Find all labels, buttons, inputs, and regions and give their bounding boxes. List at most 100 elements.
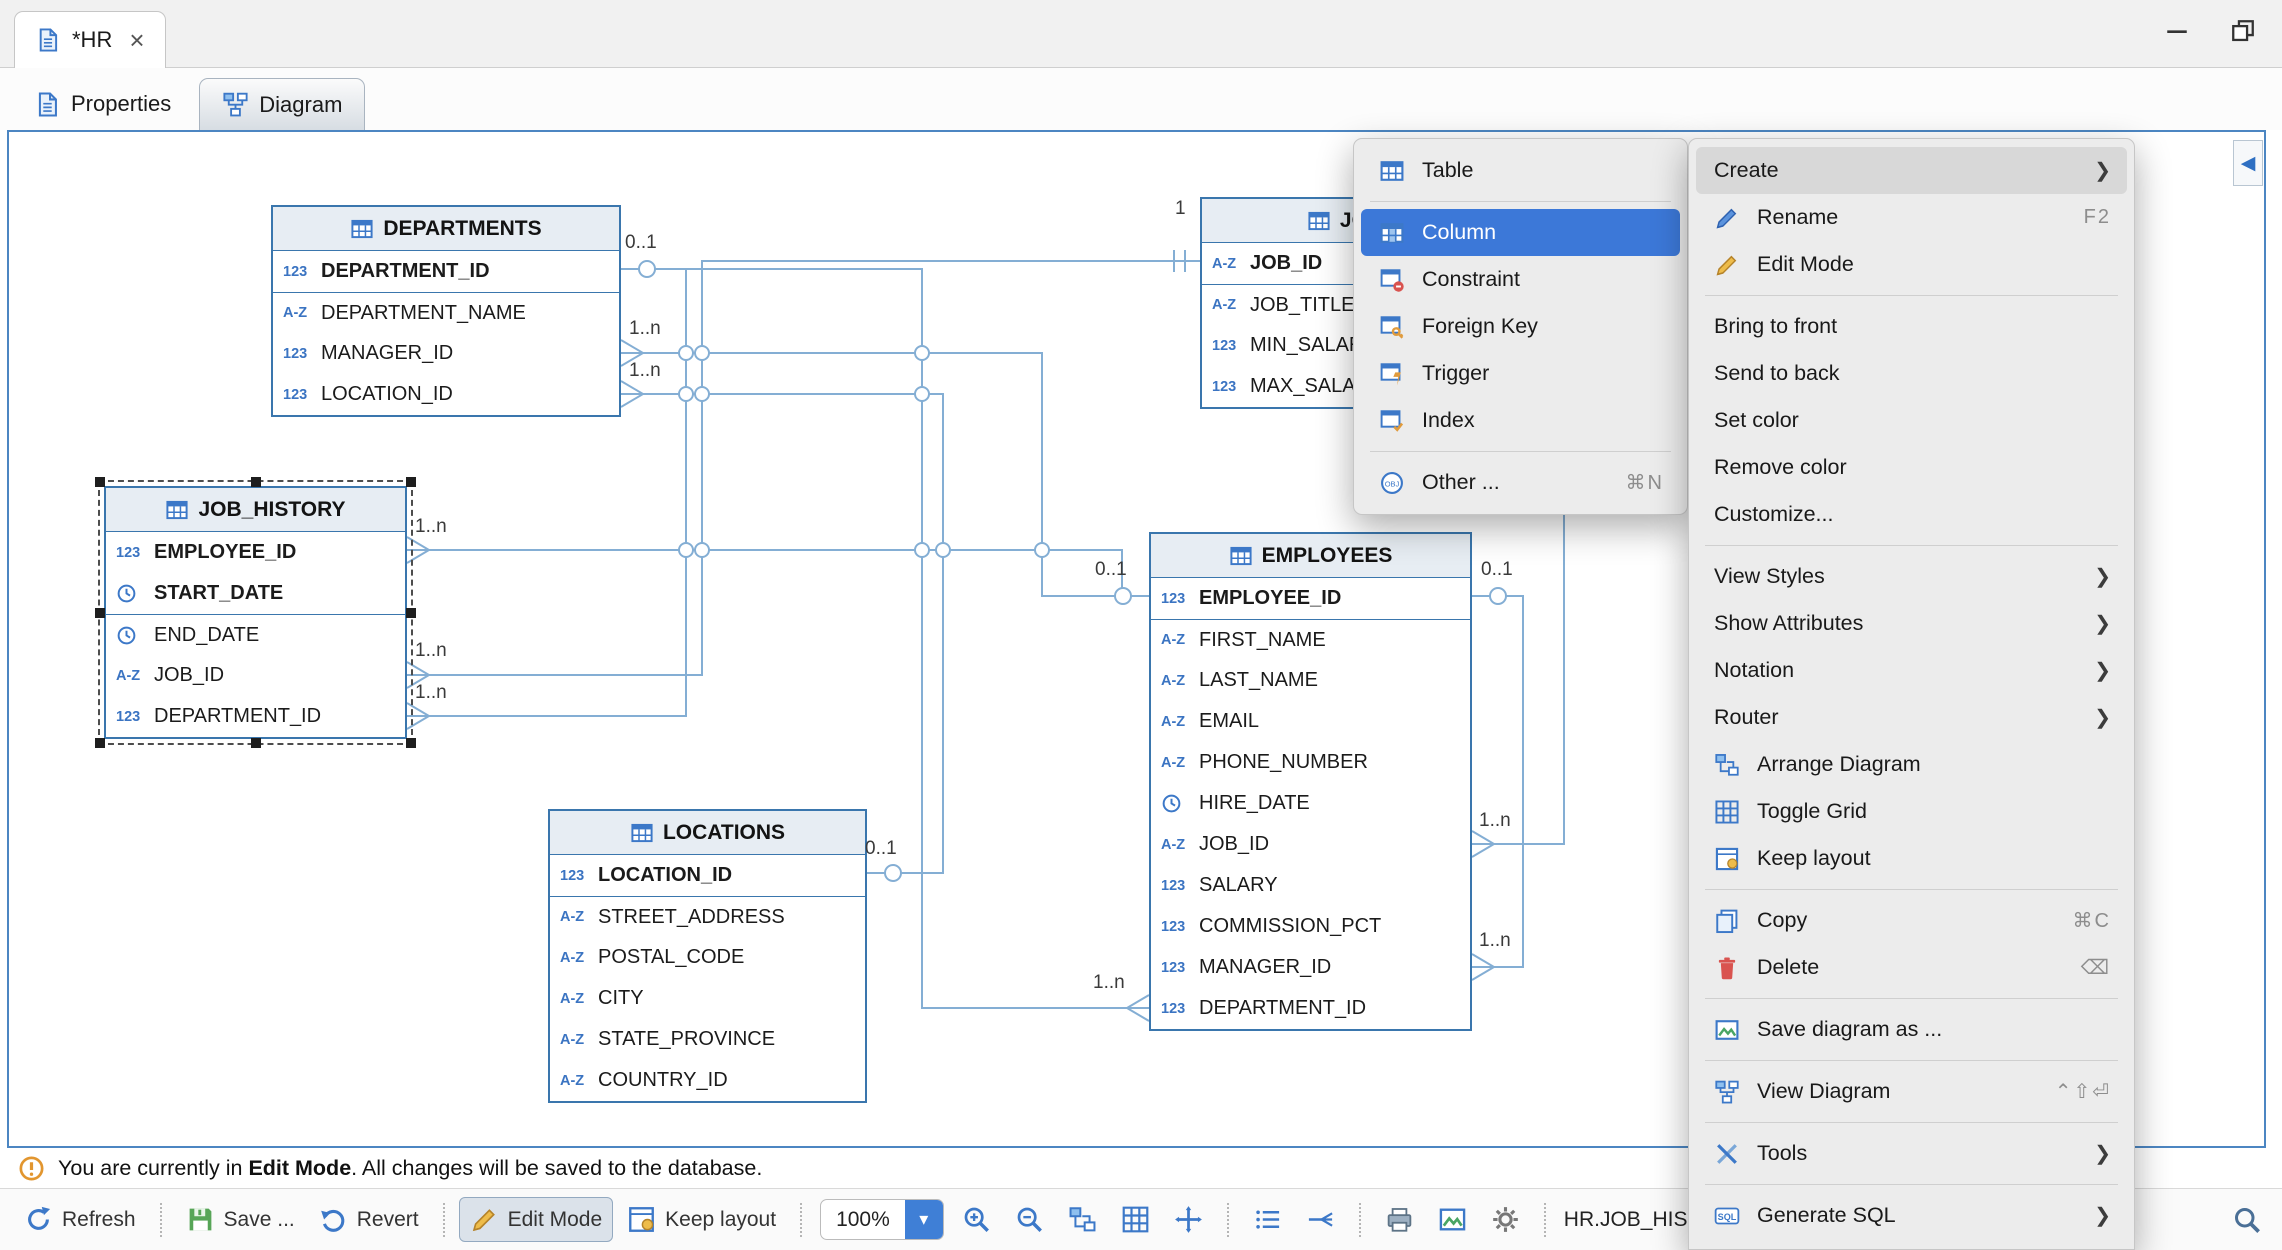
entity-column[interactable]: A-ZSTATE_PROVINCE bbox=[550, 1019, 865, 1060]
auto-layout-button[interactable] bbox=[1058, 1198, 1107, 1241]
menu-item-tools[interactable]: Tools❯ bbox=[1696, 1130, 2127, 1177]
menu-item-save-diagram-as[interactable]: Save diagram as ... bbox=[1696, 1006, 2127, 1053]
entity-column[interactable]: A-ZJOB_ID bbox=[1151, 824, 1470, 865]
selection-handle[interactable] bbox=[95, 738, 105, 748]
selection-handle[interactable] bbox=[406, 477, 416, 487]
menu-item-foreign-key[interactable]: Foreign Key bbox=[1361, 303, 1680, 350]
toggle-grid-button[interactable] bbox=[1111, 1198, 1160, 1241]
revert-button[interactable]: Revert bbox=[309, 1198, 429, 1241]
entity-column[interactable]: 123SALARY bbox=[1151, 865, 1470, 906]
menu-item-table[interactable]: Table bbox=[1361, 147, 1680, 194]
menu-item-create[interactable]: Create❯ bbox=[1696, 147, 2127, 194]
zoom-select[interactable]: 100%▾ bbox=[820, 1199, 944, 1240]
keep-layout-button[interactable]: Keep layout bbox=[617, 1198, 786, 1241]
selection-handle[interactable] bbox=[95, 608, 105, 618]
edit-mode-button[interactable]: Edit Mode bbox=[459, 1197, 614, 1242]
toolbar-separator bbox=[1359, 1203, 1361, 1237]
entity-column[interactable]: A-ZSTREET_ADDRESS bbox=[550, 896, 865, 937]
entity-column[interactable]: A-ZJOB_ID bbox=[106, 655, 405, 696]
zoom-dropdown-icon[interactable]: ▾ bbox=[905, 1199, 943, 1240]
menu-item-bring-to-front[interactable]: Bring to front bbox=[1696, 303, 2127, 350]
menu-item-notation[interactable]: Notation❯ bbox=[1696, 647, 2127, 694]
entity-column[interactable]: A-ZDEPARTMENT_NAME bbox=[273, 292, 619, 333]
selection-handle[interactable] bbox=[251, 738, 261, 748]
entity-column[interactable]: 123DEPARTMENT_ID bbox=[106, 696, 405, 737]
menu-item-column[interactable]: Column bbox=[1361, 209, 1680, 256]
save-button[interactable]: Save ... bbox=[176, 1198, 305, 1241]
menu-item-keep-layout[interactable]: Keep layout bbox=[1696, 835, 2127, 882]
minimize-icon[interactable] bbox=[2164, 18, 2190, 44]
entity-column[interactable]: A-ZPOSTAL_CODE bbox=[550, 937, 865, 978]
entity-employees[interactable]: EMPLOYEES123EMPLOYEE_IDA-ZFIRST_NAMEA-ZL… bbox=[1149, 532, 1472, 1031]
restore-icon[interactable] bbox=[2230, 18, 2256, 44]
menu-item-rename[interactable]: RenameF2 bbox=[1696, 194, 2127, 241]
menu-item-edit-mode[interactable]: Edit Mode bbox=[1696, 241, 2127, 288]
submenu-arrow-icon: ❯ bbox=[2094, 658, 2111, 683]
close-tab-icon[interactable]: × bbox=[129, 27, 144, 53]
toolbar-separator bbox=[443, 1203, 445, 1237]
entity-column[interactable]: 123MANAGER_ID bbox=[1151, 947, 1470, 988]
menu-item-delete[interactable]: Delete⌫ bbox=[1696, 944, 2127, 991]
menu-item-arrange-diagram[interactable]: Arrange Diagram bbox=[1696, 741, 2127, 788]
editor-tab-hr[interactable]: *HR × bbox=[14, 11, 166, 68]
entity-column[interactable]: A-ZEMAIL bbox=[1151, 701, 1470, 742]
column-name: JOB_ID bbox=[154, 664, 224, 687]
menu-item-router[interactable]: Router❯ bbox=[1696, 694, 2127, 741]
entity-column[interactable]: 123LOCATION_ID bbox=[273, 374, 619, 415]
entity-column[interactable]: 123LOCATION_ID bbox=[550, 855, 865, 896]
entity-column[interactable]: 123COMMISSION_PCT bbox=[1151, 906, 1470, 947]
menu-item-toggle-grid[interactable]: Toggle Grid bbox=[1696, 788, 2127, 835]
menu-item-label: Customize... bbox=[1714, 502, 1833, 527]
entity-column[interactable]: 123DEPARTMENT_ID bbox=[273, 251, 619, 292]
pan-mode-button[interactable] bbox=[1164, 1198, 1213, 1241]
selection-handle[interactable] bbox=[95, 477, 105, 487]
menu-item-generate-sql[interactable]: SQLGenerate SQL❯ bbox=[1696, 1192, 2127, 1239]
zoom-out-button[interactable] bbox=[1005, 1198, 1054, 1241]
collapse-palette-button[interactable]: ◀ bbox=[2233, 140, 2263, 186]
menu-item-index[interactable]: Index bbox=[1361, 397, 1680, 444]
er-diagram-icon bbox=[222, 91, 249, 118]
settings-button[interactable] bbox=[1481, 1198, 1530, 1241]
menu-item-send-to-back[interactable]: Send to back bbox=[1696, 350, 2127, 397]
export-image-button[interactable] bbox=[1428, 1198, 1477, 1241]
toggle-grid-icon bbox=[1714, 799, 1744, 825]
print-button[interactable] bbox=[1375, 1198, 1424, 1241]
entity-column[interactable]: A-ZLAST_NAME bbox=[1151, 660, 1470, 701]
notation-button[interactable] bbox=[1296, 1198, 1345, 1241]
entity-column[interactable]: END_DATE bbox=[106, 614, 405, 655]
entity-column[interactable]: HIRE_DATE bbox=[1151, 783, 1470, 824]
show-attributes-button[interactable] bbox=[1243, 1198, 1292, 1241]
menu-item-copy[interactable]: Copy⌘C bbox=[1696, 897, 2127, 944]
tab-diagram[interactable]: Diagram bbox=[199, 78, 365, 130]
text-type-icon: A-Z bbox=[560, 909, 598, 925]
menu-item-view-diagram[interactable]: View Diagram⌃⇧⏎ bbox=[1696, 1068, 2127, 1115]
selection-handle[interactable] bbox=[406, 738, 416, 748]
search-icon[interactable] bbox=[2232, 1205, 2262, 1235]
menu-item-customize[interactable]: Customize... bbox=[1696, 491, 2127, 538]
date-type-icon bbox=[116, 625, 154, 646]
menu-item-view-styles[interactable]: View Styles❯ bbox=[1696, 553, 2127, 600]
entity-locations[interactable]: LOCATIONS123LOCATION_IDA-ZSTREET_ADDRESS… bbox=[548, 809, 867, 1103]
entity-column[interactable]: 123EMPLOYEE_ID bbox=[1151, 578, 1470, 619]
zoom-in-button[interactable] bbox=[952, 1198, 1001, 1241]
selection-handle[interactable] bbox=[406, 608, 416, 618]
menu-item-show-attributes[interactable]: Show Attributes❯ bbox=[1696, 600, 2127, 647]
refresh-button[interactable]: Refresh bbox=[14, 1198, 146, 1241]
menu-item-set-color[interactable]: Set color bbox=[1696, 397, 2127, 444]
menu-item-constraint[interactable]: Constraint bbox=[1361, 256, 1680, 303]
tab-properties[interactable]: Properties bbox=[12, 78, 193, 130]
entity-departments[interactable]: DEPARTMENTS123DEPARTMENT_IDA-ZDEPARTMENT… bbox=[271, 205, 621, 417]
menu-item-trigger[interactable]: Trigger bbox=[1361, 350, 1680, 397]
entity-column[interactable]: A-ZCITY bbox=[550, 978, 865, 1019]
selection-handle[interactable] bbox=[251, 477, 261, 487]
entity-column[interactable]: 123DEPARTMENT_ID bbox=[1151, 988, 1470, 1029]
entity-column[interactable]: A-ZFIRST_NAME bbox=[1151, 619, 1470, 660]
entity-column[interactable]: A-ZPHONE_NUMBER bbox=[1151, 742, 1470, 783]
entity-column[interactable]: 123MANAGER_ID bbox=[273, 333, 619, 374]
menu-item-remove-color[interactable]: Remove color bbox=[1696, 444, 2127, 491]
entity-column[interactable]: START_DATE bbox=[106, 573, 405, 614]
entity-job-history[interactable]: JOB_HISTORY123EMPLOYEE_IDSTART_DATEEND_D… bbox=[104, 486, 407, 739]
entity-column[interactable]: 123EMPLOYEE_ID bbox=[106, 532, 405, 573]
entity-column[interactable]: A-ZCOUNTRY_ID bbox=[550, 1060, 865, 1101]
menu-item-other[interactable]: OBJOther ...⌘N bbox=[1361, 459, 1680, 506]
